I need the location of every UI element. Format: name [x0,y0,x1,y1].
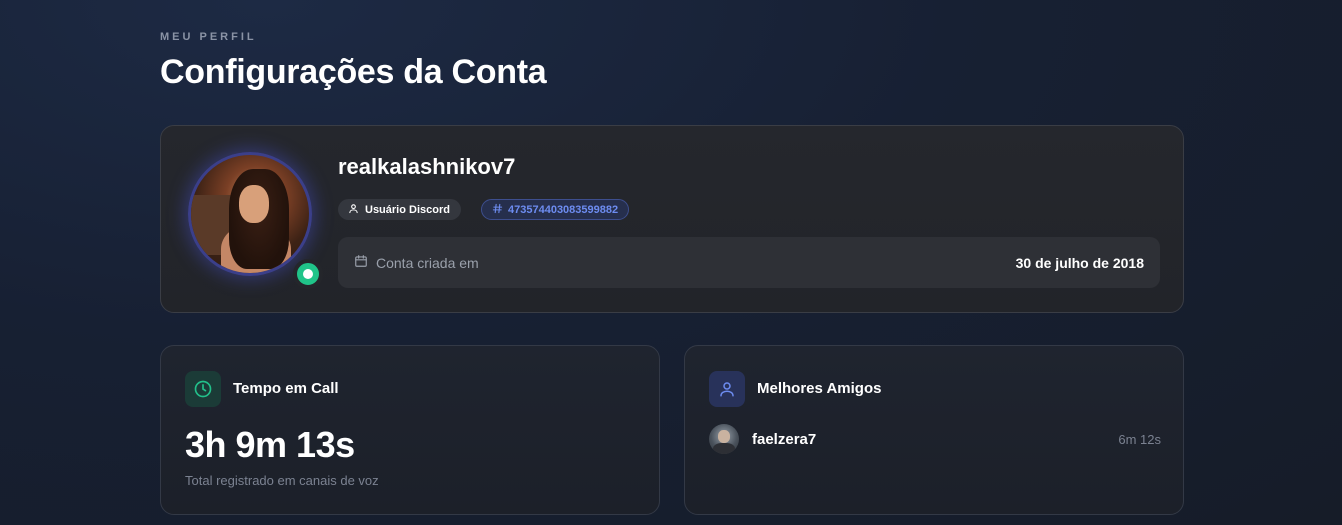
friend-name: faelzera7 [752,430,817,448]
hash-icon [492,203,503,217]
profile-card: realkalashnikov7 Usuário Discord 4735744… [160,125,1184,313]
account-created-row: Conta criada em 30 de julho de 2018 [338,237,1160,288]
user-id-badge[interactable]: 473574403083599882 [481,199,630,220]
call-time-card: Tempo em Call 3h 9m 13s Total registrado… [160,345,660,515]
user-icon [709,371,745,407]
user-type-label: Usuário Discord [365,203,450,216]
user-id-label: 473574403083599882 [508,203,619,216]
call-time-subtitle: Total registrado em canais de voz [185,473,379,488]
online-status-indicator [293,259,323,289]
best-friends-card: Melhores Amigos faelzera7 6m 12s [684,345,1184,515]
call-time-value: 3h 9m 13s [185,424,355,465]
username: realkalashnikov7 [338,154,516,179]
page-eyebrow: MEU PERFIL [160,31,257,43]
list-item[interactable]: faelzera7 6m 12s [709,423,1161,455]
friend-call-time: 6m 12s [1118,431,1161,447]
user-type-badge: Usuário Discord [338,199,461,220]
avatar [709,424,739,454]
call-time-title: Tempo em Call [233,380,339,397]
calendar-icon [354,254,368,271]
user-icon [348,203,359,217]
account-created-date: 30 de julho de 2018 [1015,254,1144,271]
avatar[interactable] [188,152,312,276]
best-friends-title: Melhores Amigos [757,380,882,397]
account-created-label: Conta criada em [376,254,479,271]
page-title: Configurações da Conta [160,53,547,91]
clock-icon [185,371,221,407]
